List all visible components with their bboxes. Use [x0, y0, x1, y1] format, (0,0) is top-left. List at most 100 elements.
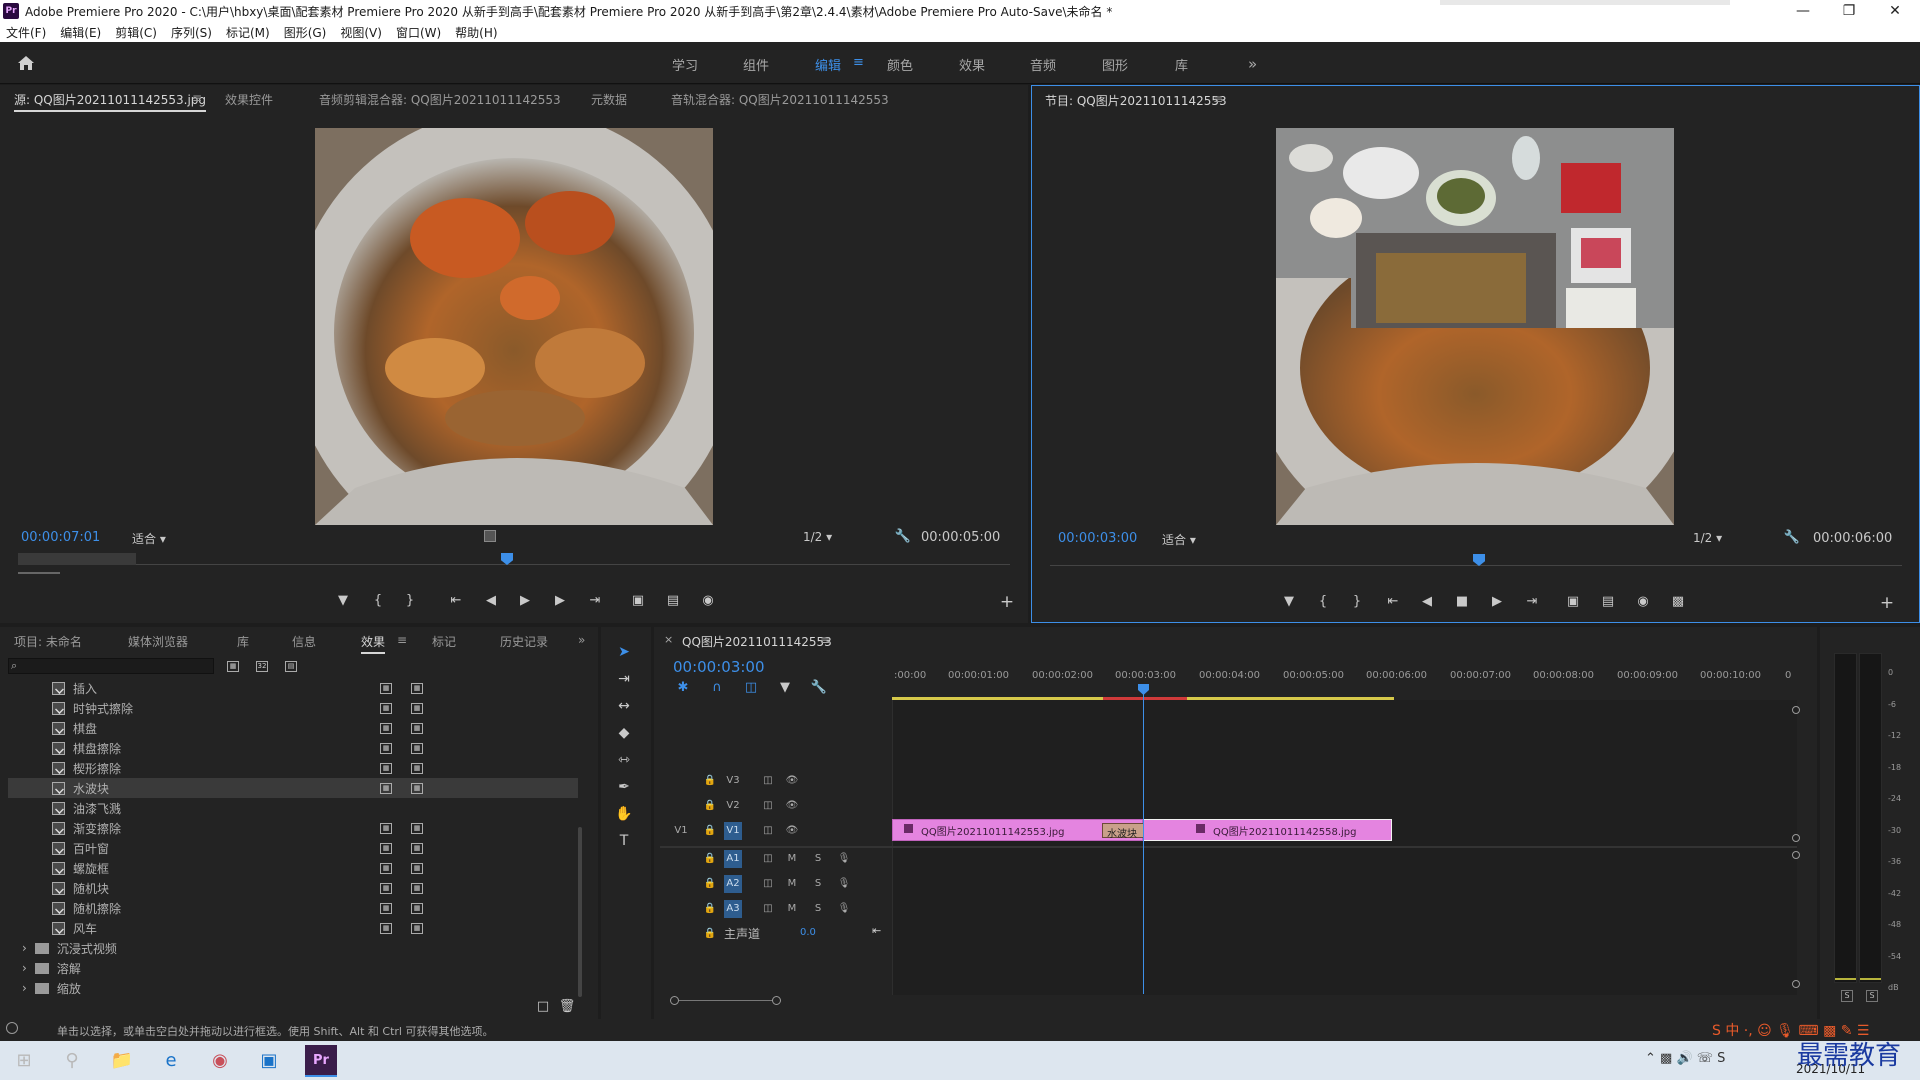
- workspace-audio[interactable]: 音频: [1030, 55, 1056, 74]
- maximize-button[interactable]: ❐: [1826, 0, 1872, 22]
- sync-lock-icon[interactable]: ◫: [759, 875, 777, 893]
- program-go-to-out-icon[interactable]: ⇥: [1522, 594, 1542, 609]
- source-mark-in-icon[interactable]: {: [368, 593, 388, 608]
- list-item[interactable]: 棋盘擦除 ▦ ▦: [8, 738, 578, 758]
- sync-lock-icon[interactable]: ◫: [759, 900, 777, 918]
- menu-clip[interactable]: 剪辑(C): [115, 24, 157, 41]
- list-item[interactable]: 时钟式擦除 ▦ ▦: [8, 698, 578, 718]
- solo-button[interactable]: S: [809, 850, 827, 868]
- eye-icon[interactable]: 👁: [783, 797, 801, 815]
- source-play-icon[interactable]: ▶: [515, 593, 535, 608]
- tab-markers[interactable]: 标记: [432, 633, 456, 650]
- source-resolution-dropdown[interactable]: 1/2 ▾: [803, 530, 832, 544]
- source-step-forward-icon[interactable]: ▶: [550, 593, 570, 608]
- lock-icon[interactable]: 🔒: [701, 925, 719, 943]
- tab-effect-controls[interactable]: 效果控件: [225, 91, 273, 108]
- track-label[interactable]: V1: [724, 822, 742, 840]
- nest-sequence-icon[interactable]: ✱: [673, 680, 693, 695]
- go-to-end-icon[interactable]: ⇤: [872, 924, 881, 937]
- solo-button[interactable]: S: [809, 900, 827, 918]
- workspace-learn[interactable]: 学习: [672, 55, 698, 74]
- program-compare-icon[interactable]: ▩: [1668, 594, 1688, 609]
- program-stop-icon[interactable]: ■: [1452, 594, 1472, 609]
- program-mark-out-icon[interactable]: }: [1347, 594, 1367, 609]
- workspace-menu-icon[interactable]: ≡: [853, 55, 864, 70]
- source-mini-timeline[interactable]: [18, 553, 1010, 565]
- sequence-tab-menu-icon[interactable]: ≡: [820, 633, 830, 647]
- tab-history[interactable]: 历史记录: [500, 633, 548, 650]
- mute-button[interactable]: M: [783, 875, 801, 893]
- source-playhead-marker[interactable]: [501, 553, 513, 565]
- snap-icon[interactable]: ∩: [707, 680, 727, 695]
- program-lift-icon[interactable]: ▣: [1563, 594, 1583, 609]
- program-extract-icon[interactable]: ▤: [1598, 594, 1618, 609]
- workspace-editing[interactable]: 编辑: [815, 55, 841, 74]
- folder-row[interactable]: › 溶解: [8, 958, 578, 978]
- workspace-libraries[interactable]: 库: [1175, 55, 1188, 74]
- folder-row[interactable]: › 沉浸式视频: [8, 938, 578, 958]
- file-explorer-icon[interactable]: 📁: [110, 1049, 134, 1073]
- workspace-color[interactable]: 颜色: [887, 55, 913, 74]
- source-go-to-out-icon[interactable]: ⇥: [585, 593, 605, 608]
- time-ruler[interactable]: [892, 662, 1797, 700]
- new-bin-icon[interactable]: □: [533, 999, 553, 1014]
- lock-icon[interactable]: 🔒: [701, 850, 719, 868]
- source-export-frame-icon[interactable]: ◉: [698, 593, 718, 608]
- menu-help[interactable]: 帮助(H): [455, 24, 497, 41]
- solo-left-button[interactable]: S: [1841, 990, 1853, 1002]
- slip-tool-icon[interactable]: ⇿: [613, 752, 635, 772]
- tab-media-browser[interactable]: 媒体浏览器: [128, 633, 188, 650]
- type-tool-icon[interactable]: T: [613, 833, 635, 853]
- tab-libraries[interactable]: 库: [237, 633, 249, 650]
- program-mark-in-icon[interactable]: {: [1313, 594, 1333, 609]
- program-add-button-icon[interactable]: +: [1877, 593, 1897, 613]
- lock-icon[interactable]: 🔒: [701, 797, 719, 815]
- tab-info[interactable]: 信息: [292, 633, 316, 650]
- source-tab-menu-icon[interactable]: ≡: [192, 91, 202, 105]
- program-wrench-icon[interactable]: 🔧: [1782, 530, 1802, 545]
- master-volume-value[interactable]: 0.0: [800, 927, 816, 938]
- eye-icon[interactable]: 👁: [783, 822, 801, 840]
- timeline-vertical-scrollbar[interactable]: [1792, 706, 1800, 988]
- razor-tool-icon[interactable]: ◆: [613, 725, 635, 745]
- track-label[interactable]: A2: [724, 875, 742, 893]
- mute-button[interactable]: M: [783, 900, 801, 918]
- workspace-graphics[interactable]: 图形: [1102, 55, 1128, 74]
- tab-source[interactable]: 源: QQ图片20211011142553.jpg: [14, 91, 207, 112]
- microphone-icon[interactable]: 🎙: [835, 875, 853, 893]
- list-item[interactable]: 螺旋框 ▦ ▦: [8, 858, 578, 878]
- sequence-tab[interactable]: QQ图片20211011142553: [682, 633, 832, 650]
- list-item[interactable]: 棋盘 ▦ ▦: [8, 718, 578, 738]
- video-clip[interactable]: QQ图片20211011142558.jpg: [1143, 819, 1392, 841]
- sync-lock-icon[interactable]: ◫: [759, 797, 777, 815]
- track-label[interactable]: A1: [724, 850, 742, 868]
- hand-tool-icon[interactable]: ✋: [613, 806, 635, 826]
- list-item[interactable]: 风车 ▦ ▦: [8, 918, 578, 938]
- track-label[interactable]: A3: [724, 900, 742, 918]
- list-item[interactable]: 随机块 ▦ ▦: [8, 878, 578, 898]
- program-playhead-marker[interactable]: [1473, 554, 1485, 566]
- microphone-icon[interactable]: 🎙: [835, 850, 853, 868]
- mute-button[interactable]: M: [783, 850, 801, 868]
- search-icon[interactable]: ⚲: [60, 1049, 84, 1073]
- source-fit-dropdown[interactable]: 适合 ▾: [132, 530, 166, 547]
- lock-icon[interactable]: 🔒: [701, 875, 719, 893]
- source-step-back-icon[interactable]: ◀: [481, 593, 501, 608]
- screen-recorder-icon[interactable]: ◉: [208, 1049, 232, 1073]
- timeline-playhead-timecode[interactable]: 00:00:03:00: [673, 658, 765, 676]
- workspace-assembly[interactable]: 组件: [743, 55, 769, 74]
- 32bit-filter-icon[interactable]: 32: [256, 661, 268, 672]
- sync-lock-icon[interactable]: ◫: [759, 772, 777, 790]
- tab-project[interactable]: 项目: 未命名: [14, 633, 82, 650]
- source-wrench-icon[interactable]: 🔧: [893, 529, 913, 544]
- menu-markers[interactable]: 标记(M): [226, 24, 270, 41]
- more-workspaces-icon[interactable]: »: [1248, 55, 1257, 73]
- tab-program[interactable]: 节目: QQ图片20211011142553: [1045, 92, 1227, 109]
- effects-scrollbar[interactable]: [578, 827, 582, 997]
- premiere-taskbar-icon[interactable]: Pr: [305, 1045, 337, 1077]
- list-item[interactable]: 渐变擦除 ▦ ▦: [8, 818, 578, 838]
- tab-audio-clip-mixer[interactable]: 音频剪辑混合器: QQ图片20211011142553: [319, 91, 561, 108]
- windows-start-icon[interactable]: ⊞: [12, 1049, 36, 1073]
- tab-effects[interactable]: 效果: [361, 633, 386, 654]
- program-step-forward-icon[interactable]: ▶: [1487, 594, 1507, 609]
